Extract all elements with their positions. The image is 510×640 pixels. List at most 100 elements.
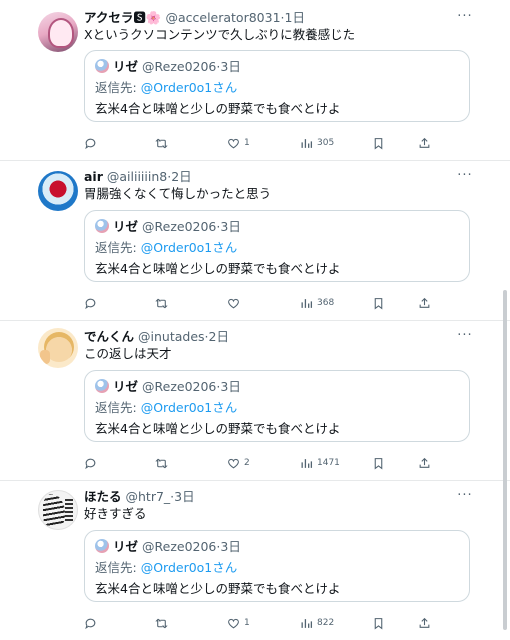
- quoted-text: 玄米4合と味噌と少しの野菜でも食べとけよ: [95, 581, 341, 596]
- scrollbar[interactable]: [503, 290, 507, 630]
- share-button[interactable]: [418, 615, 431, 631]
- views-button[interactable]: 822: [300, 615, 334, 631]
- views-button[interactable]: 368: [300, 295, 334, 311]
- bookmark-button[interactable]: [372, 295, 385, 311]
- avatar[interactable]: [38, 328, 78, 368]
- more-icon[interactable]: ···: [456, 10, 474, 24]
- quoted-handle: @Reze0206: [142, 379, 217, 394]
- more-icon[interactable]: ···: [456, 489, 474, 503]
- more-icon[interactable]: ···: [456, 169, 474, 183]
- display-name[interactable]: ほたる: [84, 489, 122, 504]
- avatar[interactable]: [38, 490, 78, 530]
- quoted-header: リゼ @Reze0206·3日: [95, 219, 241, 235]
- avatar-hand: [40, 350, 50, 364]
- retweet-button[interactable]: [155, 135, 172, 151]
- quoted-time: 3日: [220, 219, 241, 234]
- user-handle[interactable]: @htr7_: [126, 489, 171, 504]
- quoted-avatar: [95, 379, 109, 393]
- views-button[interactable]: 305: [300, 135, 334, 151]
- action-bar: 1 822: [84, 615, 444, 631]
- quoted-tweet[interactable]: リゼ @Reze0206·3日 返信先: @Order0o1さん 玄米4合と味噌…: [84, 50, 470, 122]
- reply-button[interactable]: [84, 135, 101, 151]
- timestamp[interactable]: 2日: [209, 329, 229, 344]
- quoted-handle: @Reze0206: [142, 59, 217, 74]
- reply-button[interactable]: [84, 615, 101, 631]
- reply-button[interactable]: [84, 455, 101, 471]
- display-name[interactable]: でんくん: [84, 329, 134, 344]
- avatar[interactable]: [38, 12, 78, 52]
- reply-prefix: 返信先:: [95, 560, 141, 575]
- retweet-icon: [155, 617, 168, 630]
- quoted-tweet[interactable]: リゼ @Reze0206·3日 返信先: @Order0o1さん 玄米4合と味噌…: [84, 530, 470, 602]
- share-icon: [418, 457, 431, 470]
- like-count: 1: [244, 138, 250, 148]
- bookmark-button[interactable]: [372, 455, 385, 471]
- avatar[interactable]: [38, 171, 78, 211]
- action-bar: 1 305: [84, 135, 444, 151]
- share-button[interactable]: [418, 135, 431, 151]
- tweet[interactable]: ほたる @htr7_·3日 ··· 好きすぎる リゼ @Reze0206·3日 …: [0, 481, 510, 640]
- reply-mention[interactable]: @Order0o1さん: [141, 80, 238, 95]
- quoted-name: リゼ: [113, 379, 139, 394]
- tweet-header: アクセラ🆂🌸 @accelerator8031·1日: [84, 10, 305, 26]
- tweet-header: でんくん @inutades·2日: [84, 329, 229, 345]
- reply-prefix: 返信先:: [95, 240, 141, 255]
- timestamp[interactable]: 2日: [171, 169, 191, 184]
- bookmark-icon: [372, 137, 385, 150]
- quoted-tweet[interactable]: リゼ @Reze0206·3日 返信先: @Order0o1さん 玄米4合と味噌…: [84, 370, 470, 442]
- retweet-icon: [155, 457, 168, 470]
- quoted-text: 玄米4合と味噌と少しの野菜でも食べとけよ: [95, 421, 341, 436]
- display-name[interactable]: アクセラ: [84, 10, 133, 25]
- display-name[interactable]: air: [84, 169, 103, 184]
- like-button[interactable]: [227, 295, 244, 311]
- retweet-button[interactable]: [155, 295, 172, 311]
- bookmark-icon: [372, 457, 385, 470]
- bookmark-icon: [372, 297, 385, 310]
- user-handle[interactable]: @inutades: [138, 329, 205, 344]
- reply-icon: [84, 617, 97, 630]
- timestamp[interactable]: 1日: [285, 10, 305, 25]
- reply-mention[interactable]: @Order0o1さん: [141, 560, 238, 575]
- reply-mention[interactable]: @Order0o1さん: [141, 400, 238, 415]
- bookmark-button[interactable]: [372, 615, 385, 631]
- user-handle[interactable]: @ailiiiiin8: [107, 169, 167, 184]
- views-icon: [300, 617, 313, 630]
- share-button[interactable]: [418, 455, 431, 471]
- retweet-icon: [155, 137, 168, 150]
- quoted-handle: @Reze0206: [142, 539, 217, 554]
- like-button[interactable]: 1: [227, 615, 250, 631]
- avatar-figure: [43, 494, 65, 526]
- quoted-name: リゼ: [113, 59, 139, 74]
- share-button[interactable]: [418, 295, 431, 311]
- action-bar: 368: [84, 295, 444, 311]
- retweet-button[interactable]: [155, 615, 172, 631]
- action-bar: 2 1471: [84, 455, 444, 471]
- tweet[interactable]: air @ailiiiiin8·2日 ··· 胃腸強くなくて悔しかったと思う リ…: [0, 161, 510, 320]
- retweet-button[interactable]: [155, 455, 172, 471]
- quoted-time: 3日: [220, 539, 241, 554]
- tweet-header: air @ailiiiiin8·2日: [84, 169, 192, 185]
- quoted-header: リゼ @Reze0206·3日: [95, 539, 241, 555]
- quoted-tweet[interactable]: リゼ @Reze0206·3日 返信先: @Order0o1さん 玄米4合と味噌…: [84, 210, 470, 282]
- views-button[interactable]: 1471: [300, 455, 340, 471]
- user-handle[interactable]: @accelerator8031: [165, 10, 280, 25]
- name-emoji: 🆂: [133, 10, 146, 25]
- reply-icon: [84, 457, 97, 470]
- bookmark-button[interactable]: [372, 135, 385, 151]
- like-button[interactable]: 2: [227, 455, 250, 471]
- reply-mention[interactable]: @Order0o1さん: [141, 240, 238, 255]
- reply-to: 返信先: @Order0o1さん: [95, 560, 237, 576]
- like-button[interactable]: 1: [227, 135, 250, 151]
- reply-icon: [84, 297, 97, 310]
- like-icon: [227, 137, 240, 150]
- reply-button[interactable]: [84, 295, 101, 311]
- quoted-time: 3日: [220, 379, 241, 394]
- tweet[interactable]: でんくん @inutades·2日 ··· この返しは天才 リゼ @Reze02…: [0, 321, 510, 480]
- reply-to: 返信先: @Order0o1さん: [95, 80, 237, 96]
- like-count: 2: [244, 458, 250, 468]
- timestamp[interactable]: 3日: [174, 489, 194, 504]
- tweet[interactable]: アクセラ🆂🌸 @accelerator8031·1日 ··· Xというクソコンテ…: [0, 0, 510, 160]
- reply-to: 返信先: @Order0o1さん: [95, 240, 237, 256]
- more-icon[interactable]: ···: [456, 329, 474, 343]
- avatar-text-block: [65, 499, 73, 521]
